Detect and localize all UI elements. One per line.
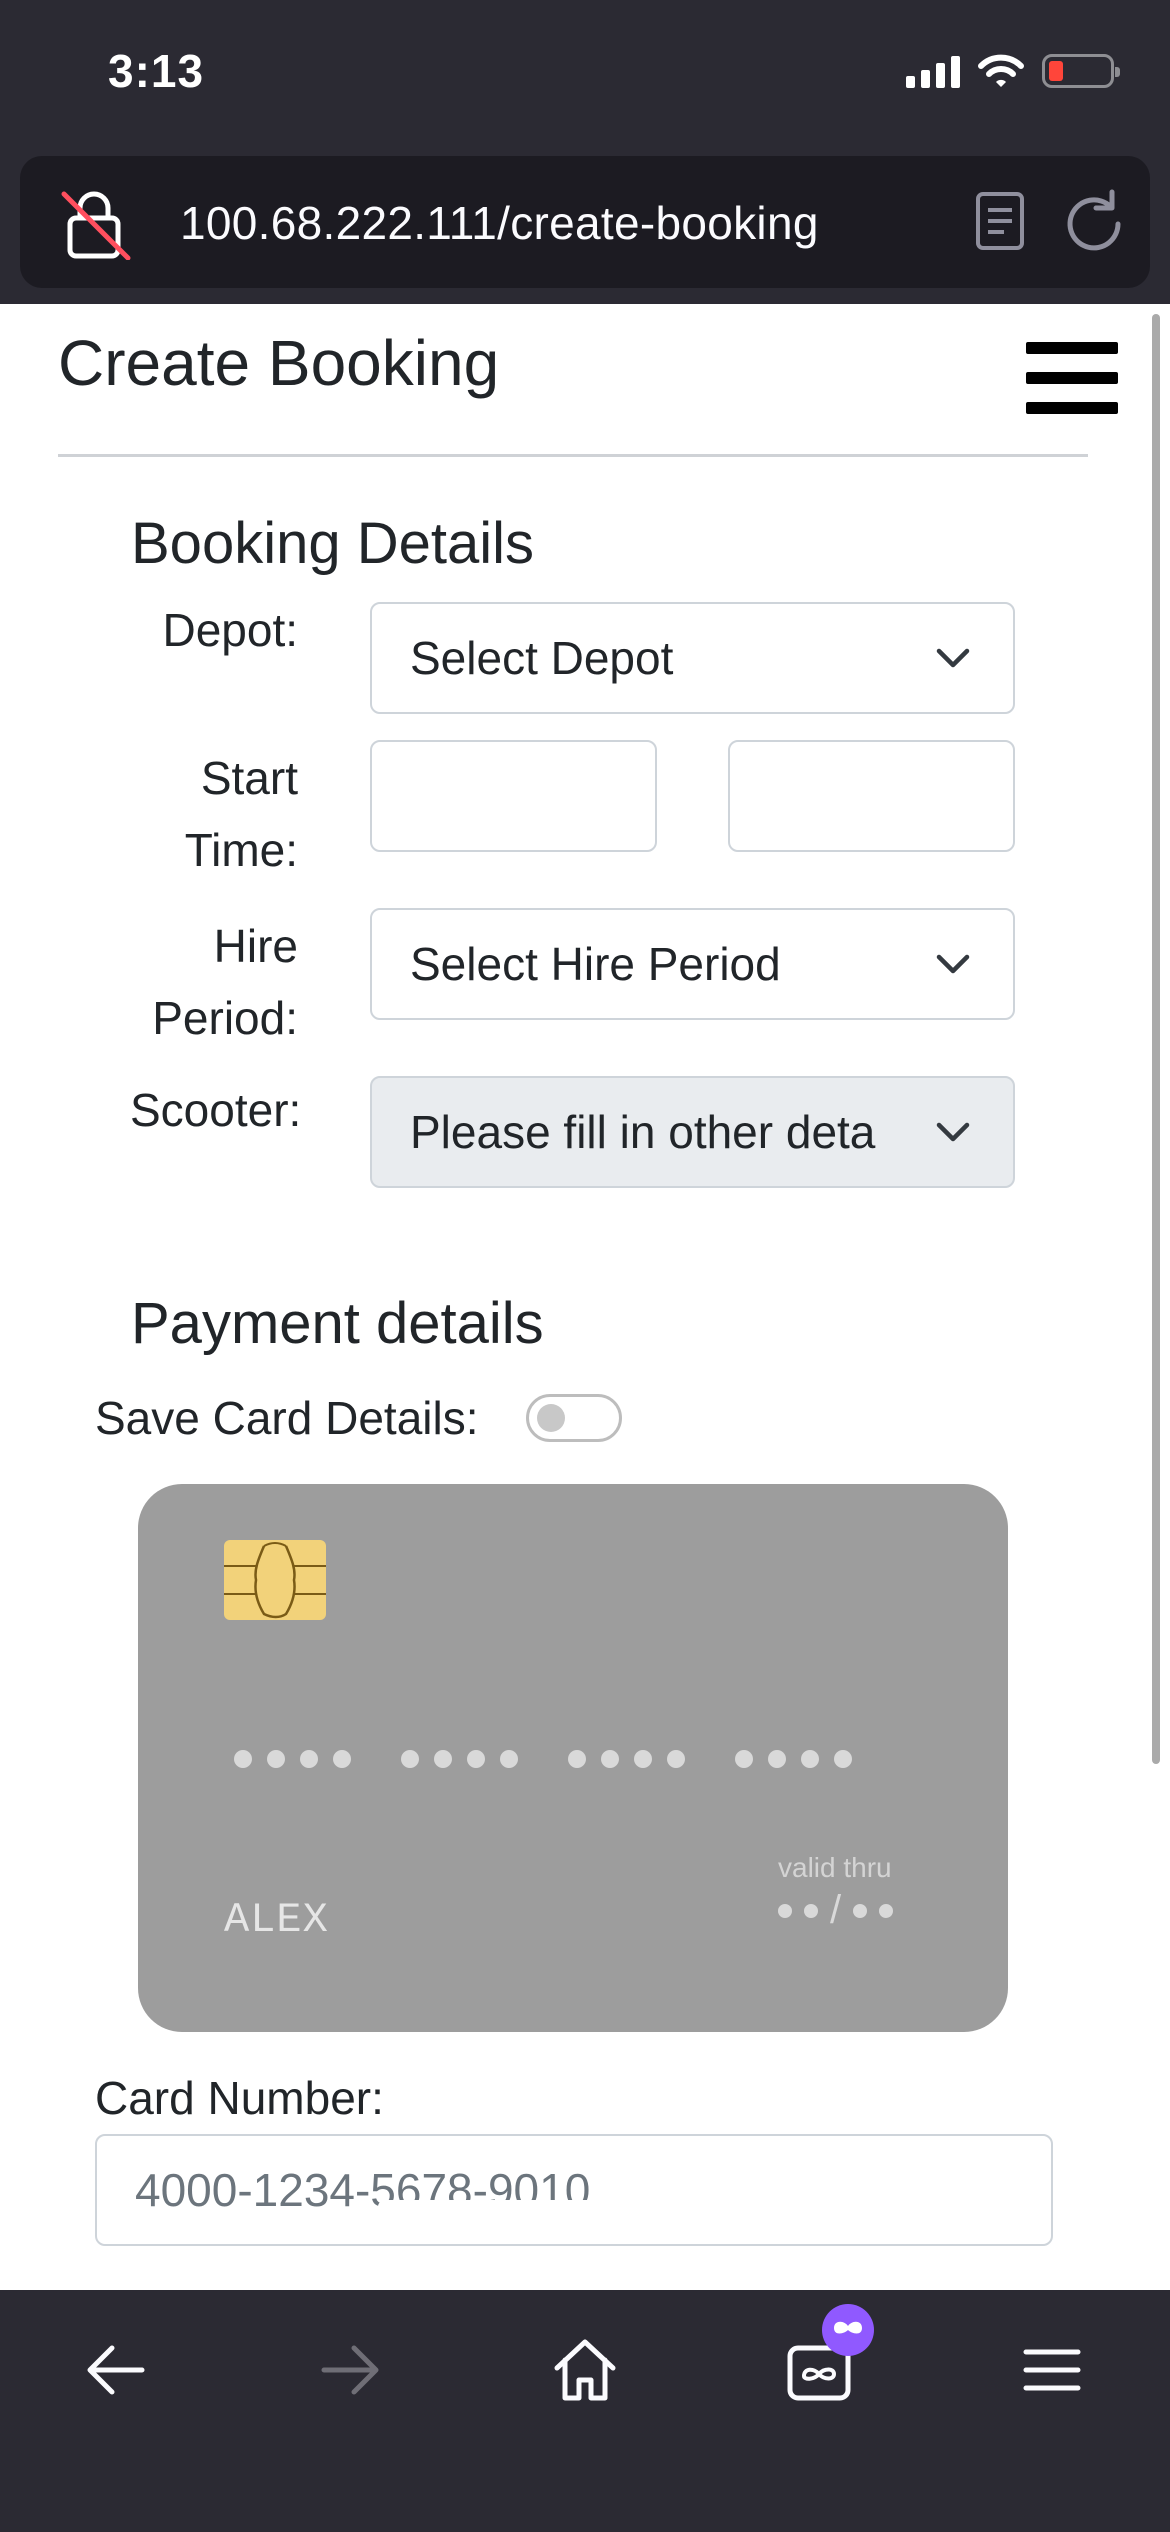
page-title: Create Booking: [58, 327, 500, 399]
chevron-down-icon: [936, 1122, 970, 1142]
hire-period-select[interactable]: Select Hire Period: [370, 908, 1015, 1020]
card-preview: ALEX valid thru /: [138, 1484, 1008, 2032]
toggle-knob: [537, 1404, 565, 1432]
save-card-label: Save Card Details:: [95, 1392, 479, 1444]
valid-thru-mask: /: [778, 1888, 894, 1933]
url-bar[interactable]: 100.68.222.111/create-booking: [20, 156, 1150, 288]
scrollbar[interactable]: [1152, 314, 1160, 1764]
divider: [58, 454, 1088, 457]
scooter-select-value: Please fill in other deta: [410, 1106, 876, 1158]
status-time: 3:13: [108, 45, 205, 97]
scooter-select[interactable]: Please fill in other deta: [370, 1076, 1015, 1188]
depot-select[interactable]: Select Depot: [370, 602, 1015, 714]
scooter-label: Scooter:: [130, 1084, 302, 1136]
reload-icon[interactable]: [1056, 186, 1132, 262]
start-time-input[interactable]: [728, 740, 1015, 852]
booking-details-title: Booking Details: [131, 511, 534, 576]
depot-label: Depot:: [162, 604, 298, 656]
valid-thru-separator: /: [830, 1888, 842, 1932]
back-arrow-icon[interactable]: [76, 2330, 156, 2410]
depot-select-value: Select Depot: [410, 632, 674, 684]
url-text[interactable]: 100.68.222.111/create-booking: [180, 196, 819, 250]
cellular-signal-icon: [906, 54, 960, 88]
hire-period-select-value: Select Hire Period: [410, 938, 781, 990]
card-number-input[interactable]: 4000-1234-5678-9010: [95, 2134, 1053, 2246]
reader-view-icon[interactable]: [964, 186, 1034, 256]
chevron-down-icon: [936, 648, 970, 668]
card-number-label: Card Number:: [95, 2072, 384, 2124]
save-card-toggle[interactable]: [526, 1394, 622, 1442]
battery-icon: [1042, 54, 1120, 88]
card-holder-name: ALEX: [224, 1896, 329, 1944]
page-content: Create Booking Booking Details Depot: Se…: [0, 304, 1170, 2290]
card-number-mask: [234, 1750, 852, 1768]
app-menu-icon[interactable]: [1012, 2330, 1092, 2410]
home-indicator[interactable]: [378, 2200, 794, 2214]
private-mode-badge: [822, 2304, 874, 2356]
hire-period-label-line1: Hire: [213, 920, 298, 972]
chevron-down-icon: [936, 954, 970, 974]
hire-period-label-line2: Period:: [152, 992, 298, 1044]
home-icon[interactable]: [545, 2330, 625, 2410]
start-date-input[interactable]: [370, 740, 657, 852]
payment-details-title: Payment details: [131, 1291, 544, 1356]
start-time-label-line2: Time:: [184, 824, 298, 876]
status-bar: 3:13: [0, 0, 1170, 150]
status-icons: [906, 54, 1120, 88]
wifi-icon: [978, 54, 1024, 87]
insecure-lock-icon[interactable]: [58, 190, 138, 260]
browser-toolbar: [0, 2290, 1170, 2532]
hamburger-menu-icon[interactable]: [1026, 342, 1118, 414]
forward-arrow-icon[interactable]: [310, 2330, 390, 2410]
start-time-label-line1: Start: [200, 752, 298, 804]
card-chip-icon: [224, 1540, 326, 1620]
valid-thru-label: valid thru: [778, 1852, 892, 1883]
